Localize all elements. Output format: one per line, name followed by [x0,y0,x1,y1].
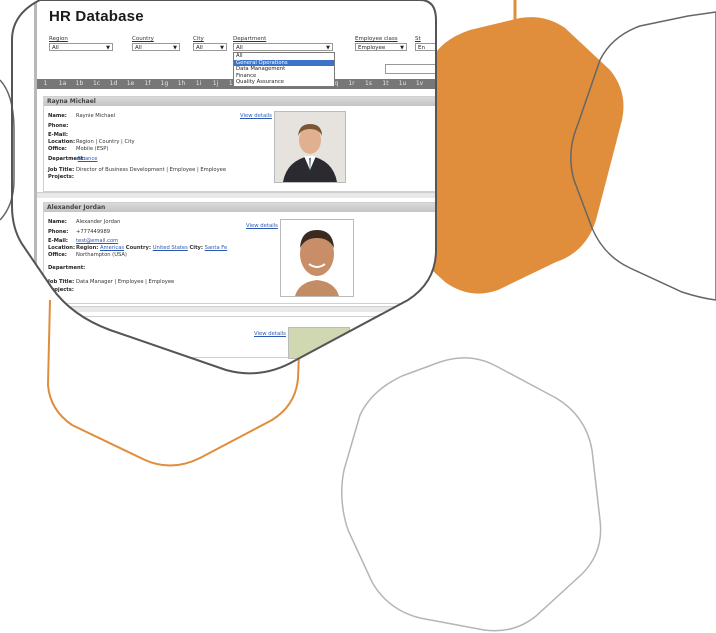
screenshot-hexagon-frame [11,0,437,375]
